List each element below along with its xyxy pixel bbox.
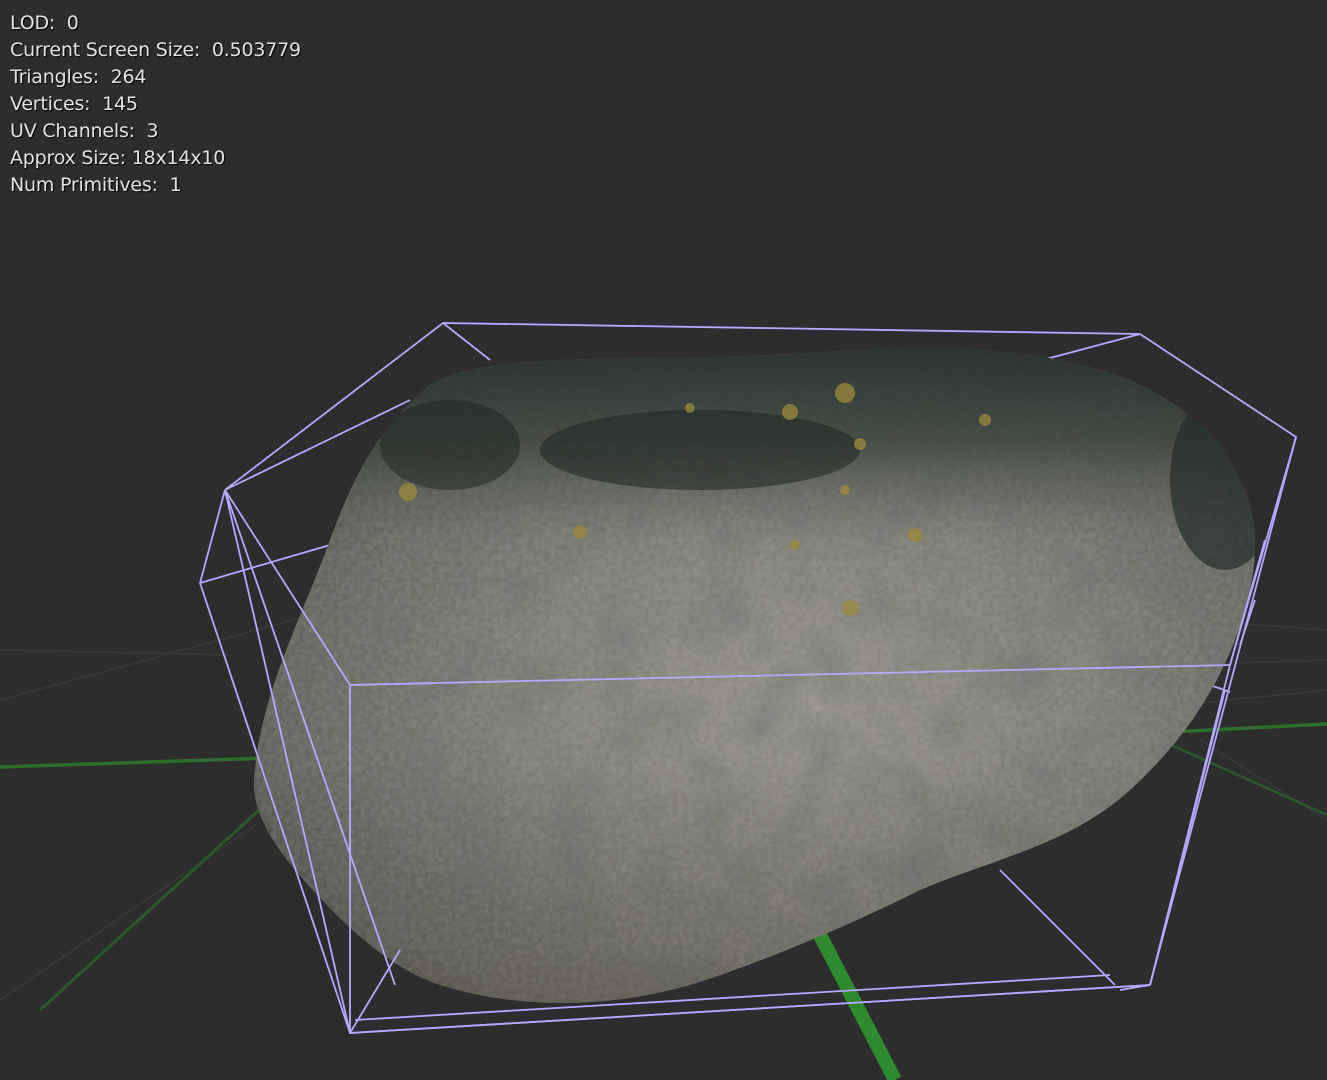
- stat-lod-value: 0: [66, 12, 79, 34]
- stat-lod-label: LOD:: [10, 12, 56, 34]
- stat-vertices: Vertices: 145: [10, 91, 301, 118]
- stat-uv-channels-value: 3: [146, 120, 159, 142]
- stat-triangles-label: Triangles:: [10, 66, 99, 88]
- stat-uv-channels: UV Channels: 3: [10, 118, 301, 145]
- static-mesh-viewport[interactable]: LOD: 0 Current Screen Size: 0.503779 Tri…: [0, 0, 1327, 1080]
- stat-num-primitives: Num Primitives: 1: [10, 172, 301, 199]
- stat-num-primitives-label: Num Primitives:: [10, 174, 158, 196]
- mesh-stats-overlay: LOD: 0 Current Screen Size: 0.503779 Tri…: [10, 10, 301, 199]
- stat-lod: LOD: 0: [10, 10, 301, 37]
- stat-triangles-value: 264: [110, 66, 147, 88]
- stat-num-primitives-value: 1: [169, 174, 182, 196]
- stat-approx-size-value: 18x14x10: [131, 147, 226, 169]
- stat-vertices-value: 145: [102, 93, 138, 115]
- stat-uv-channels-label: UV Channels:: [10, 120, 135, 142]
- stat-screen-size: Current Screen Size: 0.503779: [10, 37, 301, 64]
- stat-screen-size-label: Current Screen Size:: [10, 39, 201, 61]
- stat-triangles: Triangles: 264: [10, 64, 301, 91]
- stat-approx-size: Approx Size: 18x14x10: [10, 145, 301, 172]
- rock-mesh[interactable]: [240, 330, 1280, 1030]
- stat-screen-size-value: 0.503779: [211, 39, 301, 61]
- stat-approx-size-label: Approx Size:: [10, 147, 126, 169]
- stat-vertices-label: Vertices:: [10, 93, 91, 115]
